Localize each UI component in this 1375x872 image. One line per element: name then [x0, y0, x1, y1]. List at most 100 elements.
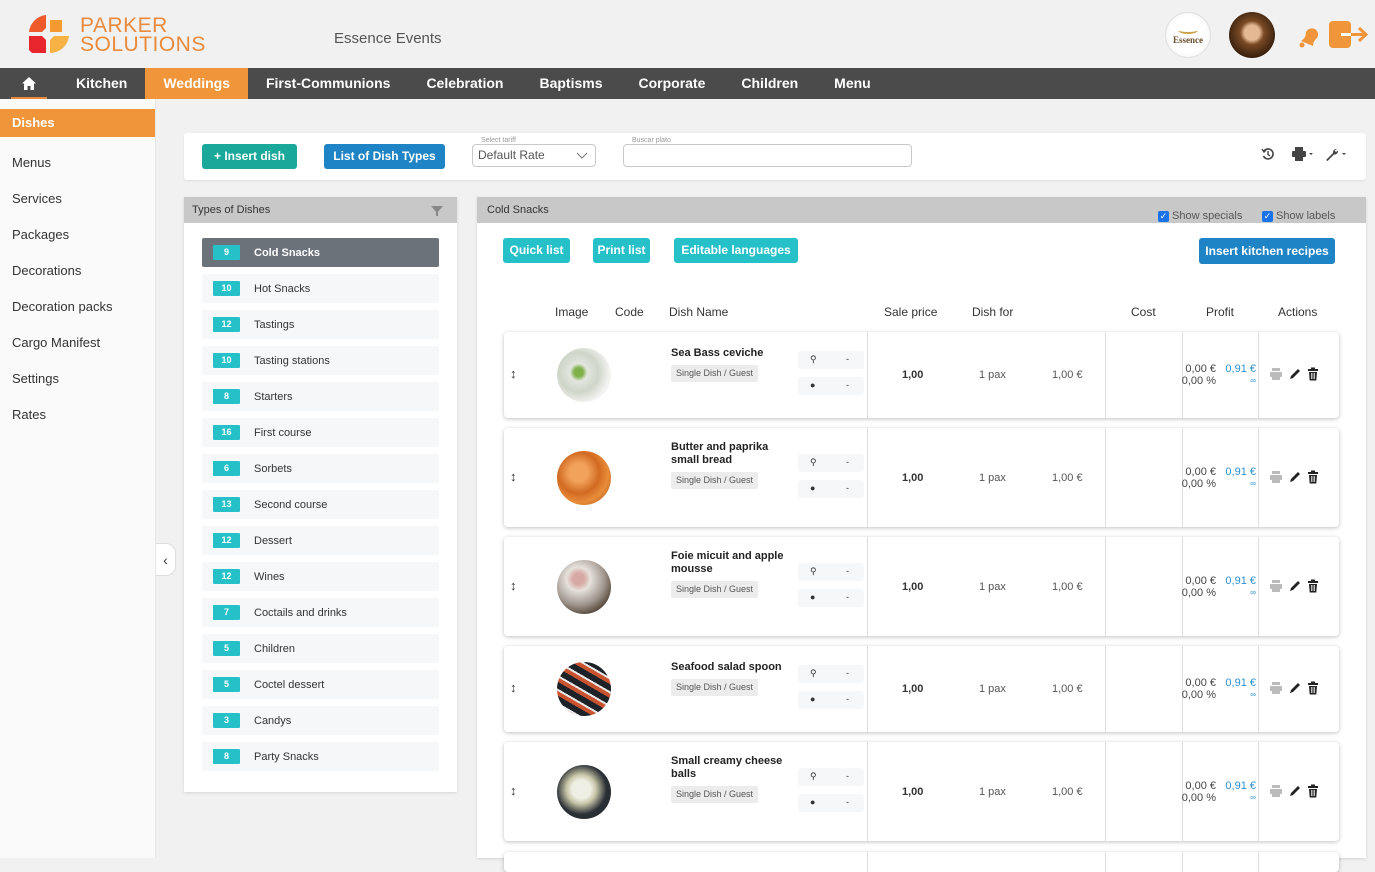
wrench-dropdown-icon[interactable] [1325, 147, 1349, 161]
organization-avatar[interactable]: Essence [1165, 12, 1211, 58]
dish-type-item[interactable]: 10 Tasting stations [202, 346, 439, 375]
nav-corporate[interactable]: Corporate [620, 68, 723, 99]
filter-icon[interactable] [431, 206, 443, 216]
nav-weddings[interactable]: Weddings [145, 68, 248, 99]
ladle-field[interactable]: ⚲ - [798, 665, 864, 683]
dish-row[interactable]: ↕ Seafood salad spoon Single Dish / Guest ⚲… [504, 646, 1339, 732]
dish-name[interactable]: Butter and paprika small bread Single Dis… [671, 441, 791, 489]
drag-handle-icon[interactable]: ↕ [510, 578, 517, 593]
print-icon[interactable] [1269, 784, 1283, 798]
nav-celebration[interactable]: Celebration [408, 68, 521, 99]
sidebar-item-cargo-manifest[interactable]: Cargo Manifest [0, 325, 155, 361]
edit-pencil-icon[interactable] [1288, 579, 1302, 593]
sidebar-item-decoration-packs[interactable]: Decoration packs [0, 289, 155, 325]
dish-name[interactable]: Sea Bass ceviche Single Dish / Guest [671, 347, 791, 382]
sidebar-item-packages[interactable]: Packages [0, 217, 155, 253]
dish-type-item[interactable]: 5 Coctel dessert [202, 670, 439, 699]
print-icon[interactable] [1269, 579, 1283, 593]
quick-list-button[interactable]: Quick list [503, 238, 570, 263]
sidebar-collapse-button[interactable]: ‹ [156, 543, 176, 576]
trash-icon[interactable] [1307, 367, 1319, 381]
nav-baptisms[interactable]: Baptisms [521, 68, 620, 99]
dish-type-item[interactable]: 6 Sorbets [202, 454, 439, 483]
dish-type-item[interactable]: 8 Party Snacks [202, 742, 439, 771]
dish-type-item[interactable]: 16 First course [202, 418, 439, 447]
dish-type-item[interactable]: 7 Coctails and drinks [202, 598, 439, 627]
weight-field[interactable]: ● - [798, 588, 864, 607]
tariff-select[interactable]: Select tariff Default Rate [472, 137, 596, 167]
logout-icon[interactable] [1329, 20, 1369, 50]
dish-type-item[interactable]: 12 Dessert [202, 526, 439, 555]
drag-handle-icon[interactable]: ↕ [510, 783, 517, 798]
show-labels-checkbox[interactable]: ✓ Show labels [1262, 203, 1335, 229]
dish-name[interactable]: Small creamy cheese balls Single Dish / G… [671, 755, 791, 803]
edit-pencil-icon[interactable] [1288, 470, 1302, 484]
edit-pencil-icon[interactable] [1288, 784, 1302, 798]
dish-type-item[interactable]: 3 Candys [202, 706, 439, 735]
dish-image[interactable] [557, 764, 611, 819]
trash-icon[interactable] [1307, 681, 1319, 695]
edit-pencil-icon[interactable] [1288, 681, 1302, 695]
trash-icon[interactable] [1307, 470, 1319, 484]
sale-price[interactable]: 1,00 [902, 581, 923, 593]
sale-price[interactable]: 1,00 [902, 786, 923, 798]
sidebar-item-rates[interactable]: Rates [0, 397, 155, 433]
dish-row[interactable]: ↕ Foie micuit and apple mousse Single Dish… [504, 537, 1339, 636]
drag-handle-icon[interactable]: ↕ [510, 680, 517, 695]
nav-menu[interactable]: Menu [816, 68, 889, 99]
dish-type-item[interactable]: 10 Hot Snacks [202, 274, 439, 303]
print-icon[interactable] [1269, 367, 1283, 381]
bell-icon[interactable] [1296, 24, 1322, 50]
sidebar-item-menus[interactable]: Menus [0, 145, 155, 181]
nav-children[interactable]: Children [723, 68, 816, 99]
dish-type-item[interactable]: 9 Cold Snacks [202, 238, 439, 267]
dish-row[interactable]: ↕ Butter and paprika small bread Single Di… [504, 428, 1339, 527]
dish-row[interactable]: ↕ Sea Bass ceviche Single Dish / Guest ⚲ - ● -… [504, 332, 1339, 418]
print-icon[interactable] [1269, 681, 1283, 695]
edit-pencil-icon[interactable] [1288, 367, 1302, 381]
dish-name[interactable]: Seafood salad spoon Single Dish / Guest [671, 661, 791, 696]
sidebar-item-dishes[interactable]: Dishes [0, 109, 155, 137]
drag-handle-icon[interactable]: ↕ [510, 469, 517, 484]
user-avatar[interactable] [1229, 12, 1275, 58]
show-specials-checkbox[interactable]: ✓ Show specials [1158, 203, 1242, 229]
trash-icon[interactable] [1307, 579, 1319, 593]
trash-icon[interactable] [1307, 784, 1319, 798]
sale-price[interactable]: 1,00 [902, 369, 923, 381]
dish-type-item[interactable]: 12 Tastings [202, 310, 439, 339]
dish-name[interactable]: Foie micuit and apple mousse Single Dish … [671, 550, 791, 598]
drag-handle-icon[interactable]: ↕ [510, 366, 517, 381]
weight-field[interactable]: ● - [798, 377, 864, 395]
ladle-field[interactable]: ⚲ - [798, 767, 864, 786]
weight-field[interactable]: ● - [798, 793, 864, 812]
dish-type-item[interactable]: 12 Wines [202, 562, 439, 591]
dish-image[interactable] [557, 450, 611, 505]
insert-dish-button[interactable]: + Insert dish [202, 144, 297, 169]
weight-field[interactable]: ● - [798, 479, 864, 498]
print-dropdown-icon[interactable] [1292, 147, 1316, 161]
search-dish-input[interactable]: Buscar plato [623, 137, 912, 167]
ladle-field[interactable]: ⚲ - [798, 351, 864, 369]
nav-kitchen[interactable]: Kitchen [58, 68, 145, 99]
dish-row[interactable]: ↕ Small creamy cheese balls Single Dish / … [504, 742, 1339, 841]
dish-image[interactable] [557, 348, 611, 402]
sale-price[interactable]: 1,00 [902, 472, 923, 484]
print-list-button[interactable]: Print list [593, 238, 650, 263]
sidebar-item-decorations[interactable]: Decorations [0, 253, 155, 289]
nav-first-communions[interactable]: First-Communions [248, 68, 408, 99]
history-icon[interactable] [1261, 147, 1275, 161]
dish-image[interactable] [557, 662, 611, 716]
sale-price[interactable]: 1,00 [902, 683, 923, 695]
ladle-field[interactable]: ⚲ - [798, 453, 864, 472]
sidebar-item-settings[interactable]: Settings [0, 361, 155, 397]
dish-type-item[interactable]: 5 Children [202, 634, 439, 663]
ladle-field[interactable]: ⚲ - [798, 562, 864, 581]
sidebar-item-services[interactable]: Services [0, 181, 155, 217]
weight-field[interactable]: ● - [798, 691, 864, 709]
print-icon[interactable] [1269, 470, 1283, 484]
editable-languages-button[interactable]: Editable languages [674, 238, 798, 263]
list-dish-types-button[interactable]: List of Dish Types [324, 144, 445, 169]
dish-type-item[interactable]: 13 Second course [202, 490, 439, 519]
dish-row-partial[interactable] [504, 852, 1339, 872]
nav-home[interactable] [0, 68, 58, 99]
